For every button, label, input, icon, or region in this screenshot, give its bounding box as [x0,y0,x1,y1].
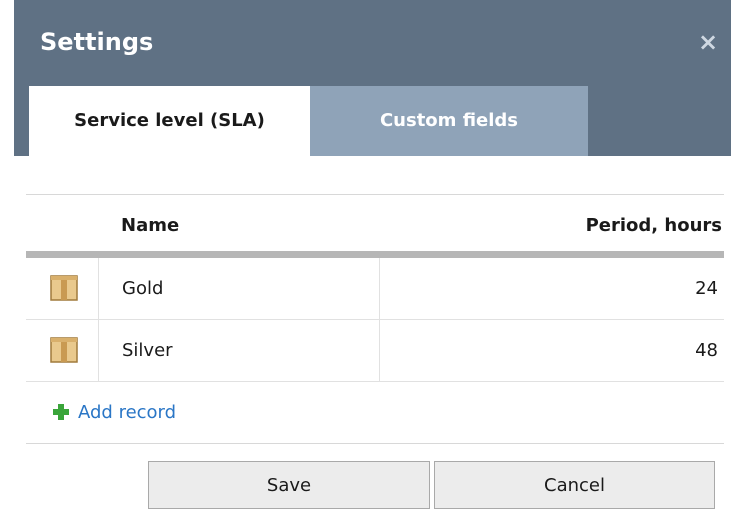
add-record-row: Add record [26,382,724,443]
row-period-cell: 24 [695,278,718,299]
add-record-label: Add record [78,402,177,423]
dialog-title: Settings [40,28,154,56]
header-divider [26,251,724,258]
row-name-cell: Silver [98,320,380,381]
column-header-period[interactable]: Period, hours [586,195,722,251]
save-button[interactable]: Save [148,461,430,509]
tab-custom-fields[interactable]: Custom fields [310,86,588,156]
add-record-link[interactable]: Add record [52,382,176,443]
row-icon-cell [26,258,99,319]
box-icon[interactable] [50,337,78,363]
table-row[interactable]: Silver 48 [26,320,724,382]
tab-service-level[interactable]: Service level (SLA) [29,86,310,156]
sla-grid: Name Period, hours Gold 24 Silver 48 Add… [26,194,724,444]
plus-icon [53,403,69,420]
row-name-cell: Gold [98,258,380,319]
column-header-name[interactable]: Name [121,195,179,251]
row-icon-cell [26,320,99,381]
row-period-cell: 48 [695,340,718,361]
cancel-button[interactable]: Cancel [434,461,715,509]
tab-panel: Name Period, hours Gold 24 Silver 48 Add… [14,156,731,532]
table-row[interactable]: Gold 24 [26,258,724,320]
box-icon[interactable] [50,275,78,301]
settings-dialog: Settings × Service level (SLA) Custom fi… [14,0,731,532]
close-icon[interactable]: × [696,28,720,56]
grid-header: Name Period, hours [26,195,724,251]
